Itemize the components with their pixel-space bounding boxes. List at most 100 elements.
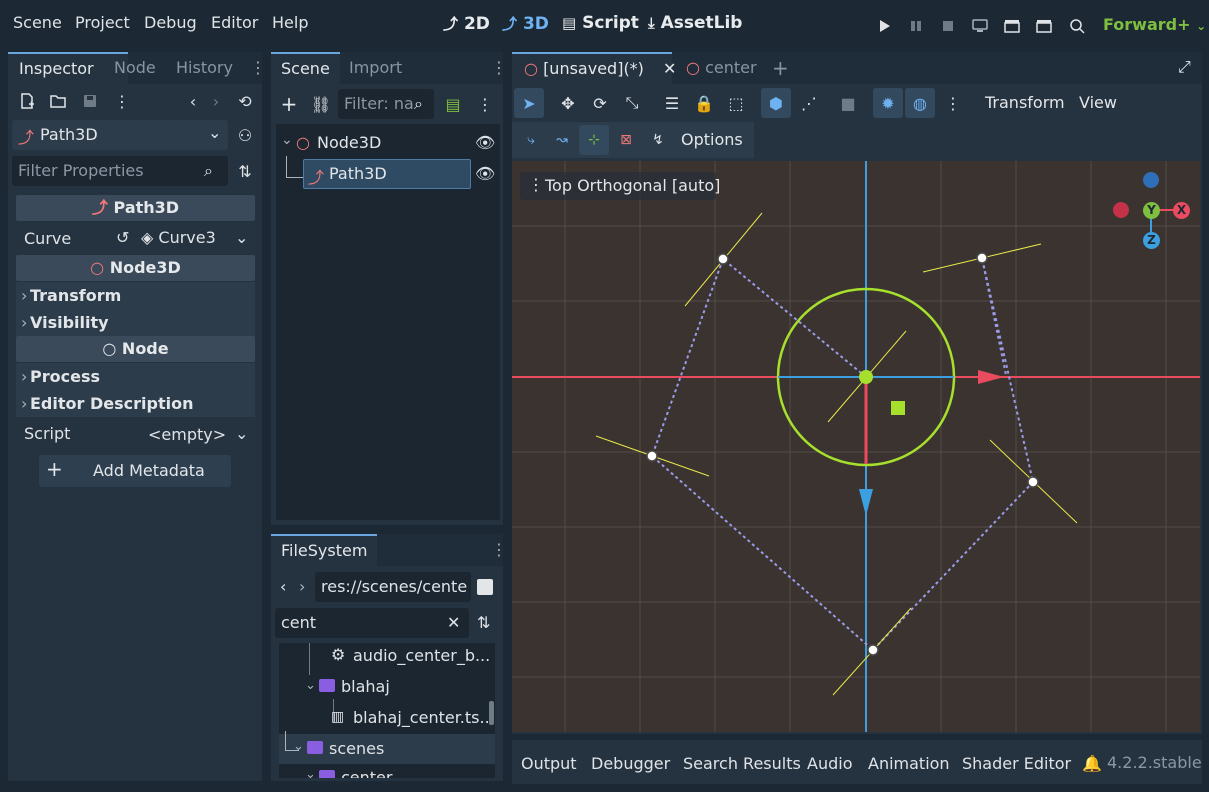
list-select-button[interactable]: ☰ [657, 88, 687, 118]
menu-help[interactable]: Help [272, 13, 308, 32]
view-menu[interactable]: View [1079, 93, 1117, 112]
tab-center[interactable]: ○ center [676, 52, 767, 84]
group-editor-description[interactable]: › Editor Description [16, 390, 255, 417]
new-resource-button[interactable] [15, 89, 39, 113]
curve-delete-button[interactable]: ⊠ [611, 125, 641, 155]
viewport-menu[interactable]: ⋮ Top Orthogonal [auto] [520, 172, 720, 200]
stop-button[interactable] [937, 15, 959, 37]
script-value[interactable]: <empty> [148, 421, 226, 448]
bottom-tab-shader-editor[interactable]: Shader Editor [962, 754, 1071, 773]
node-select[interactable]: ⤴ Path3D ⌄ [12, 120, 228, 150]
pause-button[interactable] [905, 15, 927, 37]
file-item[interactable]: audio_center_b... [353, 646, 490, 665]
play-custom-scene-button[interactable] [1033, 15, 1055, 37]
movie-maker-button[interactable] [1066, 15, 1088, 37]
menu-debug[interactable]: Debug [144, 13, 197, 32]
sort-icon[interactable]: ⇅ [477, 613, 490, 632]
workspace-2d-button[interactable]: ⤴ 2D [443, 13, 490, 34]
bottom-tab-output[interactable]: Output [521, 754, 577, 773]
add-node-button[interactable]: + [277, 92, 301, 116]
new-tab-icon[interactable]: + [772, 56, 789, 80]
environment-preview-button[interactable]: ◍ [905, 88, 935, 118]
bottom-tab-search-results[interactable]: Search Results [683, 754, 801, 773]
select-mode-button[interactable]: ➤ [514, 88, 544, 118]
scale-mode-button[interactable]: ⤡ [617, 88, 647, 118]
group-visibility[interactable]: › Visibility [16, 309, 255, 336]
folder-item[interactable]: scenes [329, 739, 384, 758]
remote-debug-button[interactable] [969, 15, 991, 37]
nav-forward-icon[interactable]: › [299, 577, 305, 596]
more-options-icon[interactable]: ⋮ [938, 88, 968, 118]
nav-back-icon[interactable]: ‹ [280, 577, 286, 596]
link-icon[interactable]: ⛓ [309, 92, 333, 116]
clear-icon[interactable]: ✕ [447, 608, 460, 638]
history-back-icon[interactable]: ‹ [181, 89, 205, 113]
chevron-down-icon[interactable]: ⌄ [281, 132, 293, 148]
workspace-assetlib-button[interactable]: ⤓ AssetLib [648, 13, 742, 33]
load-resource-button[interactable] [46, 89, 70, 113]
bottom-tab-debugger[interactable]: Debugger [591, 754, 670, 773]
dock-menu-icon[interactable]: ⋮ [491, 58, 507, 77]
curve-select-button[interactable]: ⤷ [516, 125, 546, 155]
gizmo-z-axis[interactable]: Z [1143, 232, 1160, 249]
save-resource-button[interactable] [78, 89, 102, 113]
tab-node[interactable]: Node [104, 52, 166, 84]
file-item[interactable]: blahaj_center.ts... [353, 708, 495, 727]
bottom-tab-animation[interactable]: Animation [868, 754, 950, 773]
curve-resource-picker[interactable]: ◈ Curve3 [141, 228, 216, 247]
node-tree-icon[interactable]: ⚇ [233, 123, 257, 147]
file-search-input[interactable]: cent ✕ [275, 608, 469, 638]
gizmo-x-axis[interactable]: X [1173, 202, 1190, 219]
renderer-select[interactable]: Forward+ ⌄ [1103, 15, 1206, 34]
scrollbar-handle[interactable] [489, 701, 494, 725]
menu-editor[interactable]: Editor [211, 13, 258, 32]
distraction-free-icon[interactable]: ⤢ [1178, 57, 1191, 77]
close-icon[interactable]: ✕ [663, 59, 676, 78]
history-forward-icon[interactable]: › [204, 89, 228, 113]
chevron-down-icon[interactable]: ⌄ [235, 228, 248, 247]
chevron-down-icon[interactable]: ⌄ [235, 424, 248, 443]
rotate-mode-button[interactable]: ⟳ [585, 88, 615, 118]
menu-scene[interactable]: Scene [13, 13, 62, 32]
curve-edit-button[interactable]: ↝ [547, 125, 577, 155]
folder-item[interactable]: blahaj [341, 677, 390, 696]
scene-filter-input[interactable]: Filter: na ⌕ [338, 89, 434, 119]
chevron-down-icon[interactable]: ⌄ [305, 678, 316, 693]
sort-icon[interactable]: ⇅ [233, 159, 257, 183]
visibility-eye-icon[interactable]: 👁 [475, 133, 495, 152]
curve-create-button[interactable]: ⊹ [579, 125, 609, 155]
add-script-icon[interactable]: ▤ [441, 92, 465, 116]
bottom-tab-audio[interactable]: Audio [807, 754, 852, 773]
dock-menu-icon[interactable]: ⋮ [250, 58, 266, 77]
lock-button[interactable]: 🔒 [689, 88, 719, 118]
workspace-script-button[interactable]: ▤ Script [562, 13, 639, 33]
workspace-3d-button[interactable]: ⤴ 3D [502, 13, 549, 34]
object-history-icon[interactable]: ⟲ [233, 89, 257, 113]
tab-filesystem[interactable]: FileSystem [271, 534, 378, 566]
move-mode-button[interactable]: ✥ [553, 88, 583, 118]
menu-project[interactable]: Project [75, 13, 130, 32]
chevron-down-icon[interactable]: ⌄ [293, 739, 304, 754]
tree-node-node3d[interactable]: Node3D [317, 133, 381, 152]
snap-button[interactable]: ⋰ [794, 88, 824, 118]
reset-icon[interactable]: ↺ [116, 228, 129, 247]
split-mode-icon[interactable] [477, 579, 493, 595]
tree-node-path3d[interactable]: ⤴ Path3D [303, 159, 471, 189]
more-options-icon[interactable]: ⋮ [473, 92, 497, 116]
visibility-eye-icon[interactable]: 👁 [475, 164, 495, 183]
tab-scene[interactable]: Scene [271, 52, 340, 84]
group-process[interactable]: › Process [16, 363, 255, 390]
camera-preview-button[interactable]: ■ [833, 88, 863, 118]
path-input[interactable]: res://scenes/cente [315, 572, 471, 602]
play-scene-button[interactable] [1001, 15, 1023, 37]
curve-close-button[interactable]: ↯ [643, 125, 673, 155]
sun-preview-button[interactable]: ✹ [873, 88, 903, 118]
chevron-down-icon[interactable]: ⌄ [305, 767, 316, 778]
transform-menu[interactable]: Transform [985, 93, 1065, 112]
filter-properties-input[interactable]: Filter Properties ⌕ [12, 156, 228, 186]
local-space-button[interactable]: ⬢ [761, 88, 791, 118]
group-transform[interactable]: › Transform [16, 282, 255, 309]
dock-menu-icon[interactable]: ⋮ [491, 540, 507, 559]
notification-bell-icon[interactable]: 🔔 [1082, 754, 1102, 773]
tab-history[interactable]: History [166, 52, 243, 84]
